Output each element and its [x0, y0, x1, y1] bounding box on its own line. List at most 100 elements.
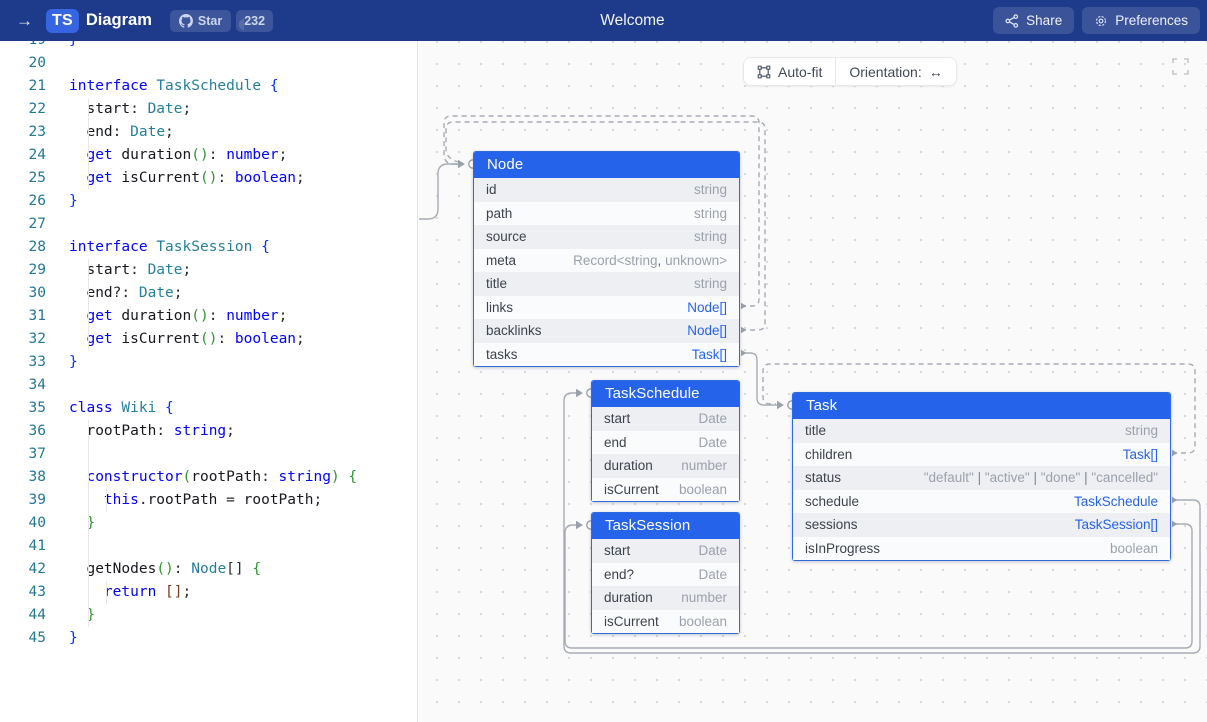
expand-menu-arrow-icon[interactable]: → [0, 11, 46, 31]
code-line: 25 get isCurrent(): boolean; [0, 167, 417, 190]
field-row: titlestring [474, 272, 739, 296]
code-text: getNodes(): Node[] { [69, 558, 261, 581]
code-editor[interactable]: 19}2021interface TaskSchedule {22 start:… [0, 41, 418, 722]
field-type: Node[] [687, 323, 727, 338]
field-name: source [486, 229, 527, 244]
line-number: 33 [0, 351, 46, 374]
code-line: 45} [0, 627, 417, 650]
code-line: 36 rootPath: string; [0, 420, 417, 443]
code-text: } [69, 512, 95, 535]
edge-arrowhead [458, 160, 465, 168]
editor-lines: 19}2021interface TaskSchedule {22 start:… [0, 41, 417, 650]
field-row: id string [474, 178, 739, 202]
entity-node-taskschedule[interactable]: TaskSchedulestartDate end Date duration numb… [591, 380, 740, 502]
line-number: 23 [0, 121, 46, 144]
preferences-button[interactable]: Preferences [1082, 7, 1200, 34]
code-line: 32 get isCurrent(): boolean; [0, 328, 417, 351]
diagram-canvas[interactable]: NodeidstringpathstringsourcestringmetaRe… [419, 41, 1207, 722]
code-line: 40 } [0, 512, 417, 535]
entity-header[interactable]: Task [793, 393, 1170, 419]
field-type: boolean [1110, 541, 1158, 556]
auto-fit-button[interactable]: Auto-fit [744, 58, 835, 85]
entity-node-tasksession[interactable]: TaskSessionstartDateend?Datedurationnumb… [591, 512, 740, 634]
field-name: end? [604, 567, 634, 582]
github-star-widget[interactable]: Star 232 [170, 10, 273, 32]
code-text: } [69, 604, 95, 627]
field-name: path [486, 206, 512, 221]
indent-guide [106, 581, 107, 604]
field-row: startDate [592, 407, 739, 431]
auto-fit-icon [757, 65, 771, 79]
code-line: 37 [0, 443, 417, 466]
edge-arrowhead [576, 521, 583, 529]
field-row: meta Record<string, unknown> [474, 249, 739, 273]
field-name: links [486, 300, 513, 315]
field-name: meta [486, 253, 516, 268]
entity-header[interactable]: Node [474, 152, 739, 178]
line-number: 39 [0, 489, 46, 512]
code-text: end: Date; [69, 121, 174, 144]
field-type: TaskSession[] [1075, 517, 1158, 532]
field-type: "default" | "active" | "done" | "cancell… [924, 470, 1158, 485]
document-title: Welcome [600, 12, 664, 30]
edge-source-handle [741, 303, 747, 309]
entity-node-task[interactable]: TasktitlestringchildrenTask[]status"defa… [792, 392, 1171, 561]
line-number: 38 [0, 466, 46, 489]
entity-header[interactable]: TaskSchedule [592, 381, 739, 407]
code-line: 20 [0, 52, 417, 75]
share-icon [1005, 14, 1019, 28]
field-type: Task[] [1123, 447, 1158, 462]
field-name: end [604, 435, 627, 450]
field-name: children [805, 447, 852, 462]
field-type: boolean [679, 614, 727, 629]
field-name: id [486, 182, 497, 197]
code-line: 41 [0, 535, 417, 558]
entity-node-node[interactable]: NodeidstringpathstringsourcestringmetaRe… [473, 151, 740, 367]
field-name: duration [604, 458, 653, 473]
line-number: 44 [0, 604, 46, 627]
share-button[interactable]: Share [993, 7, 1074, 34]
edge-arrowhead [777, 401, 784, 409]
field-row: tasksTask[] [474, 343, 739, 367]
line-number: 28 [0, 236, 46, 259]
fullscreen-icon[interactable] [1172, 58, 1189, 75]
field-name: isInProgress [805, 541, 880, 556]
field-type: string [694, 182, 727, 197]
code-text: } [69, 627, 78, 650]
field-type: boolean [679, 482, 727, 497]
line-number: 35 [0, 397, 46, 420]
line-number: 27 [0, 213, 46, 236]
code-line: 34 [0, 374, 417, 397]
field-type: number [681, 458, 727, 473]
field-type: Date [698, 435, 727, 450]
code-line: 33} [0, 351, 417, 374]
field-row: schedule TaskSchedule [793, 490, 1170, 514]
code-line: 22 start: Date; [0, 98, 417, 121]
indent-guide [106, 489, 107, 512]
github-star-label: Star [198, 14, 222, 28]
entity-header[interactable]: TaskSession [592, 513, 739, 539]
field-row: pathstring [474, 202, 739, 226]
code-text: get isCurrent(): boolean; [69, 328, 305, 351]
field-type: string [694, 276, 727, 291]
code-line: 42 getNodes(): Node[] { [0, 558, 417, 581]
code-line: 31 get duration(): number; [0, 305, 417, 328]
orientation-arrow-icon: ↔ [929, 64, 943, 80]
field-type: Date [698, 543, 727, 558]
field-type: Date [698, 411, 727, 426]
code-line: 21interface TaskSchedule { [0, 75, 417, 98]
field-name: schedule [805, 494, 859, 509]
field-type: TaskSchedule [1074, 494, 1158, 509]
line-number: 37 [0, 443, 46, 466]
code-text: get duration(): number; [69, 305, 287, 328]
field-row: backlinksNode[] [474, 319, 739, 343]
field-type: Record<string, unknown> [573, 253, 727, 268]
canvas-toolbar: Auto-fit Orientation: ↔ [743, 57, 957, 86]
orientation-button[interactable]: Orientation: ↔ [835, 58, 955, 85]
code-line: 43 return []; [0, 581, 417, 604]
share-button-label: Share [1026, 13, 1062, 28]
code-line: 26} [0, 190, 417, 213]
field-row: sourcestring [474, 225, 739, 249]
field-name: isCurrent [604, 482, 659, 497]
line-number: 45 [0, 627, 46, 650]
